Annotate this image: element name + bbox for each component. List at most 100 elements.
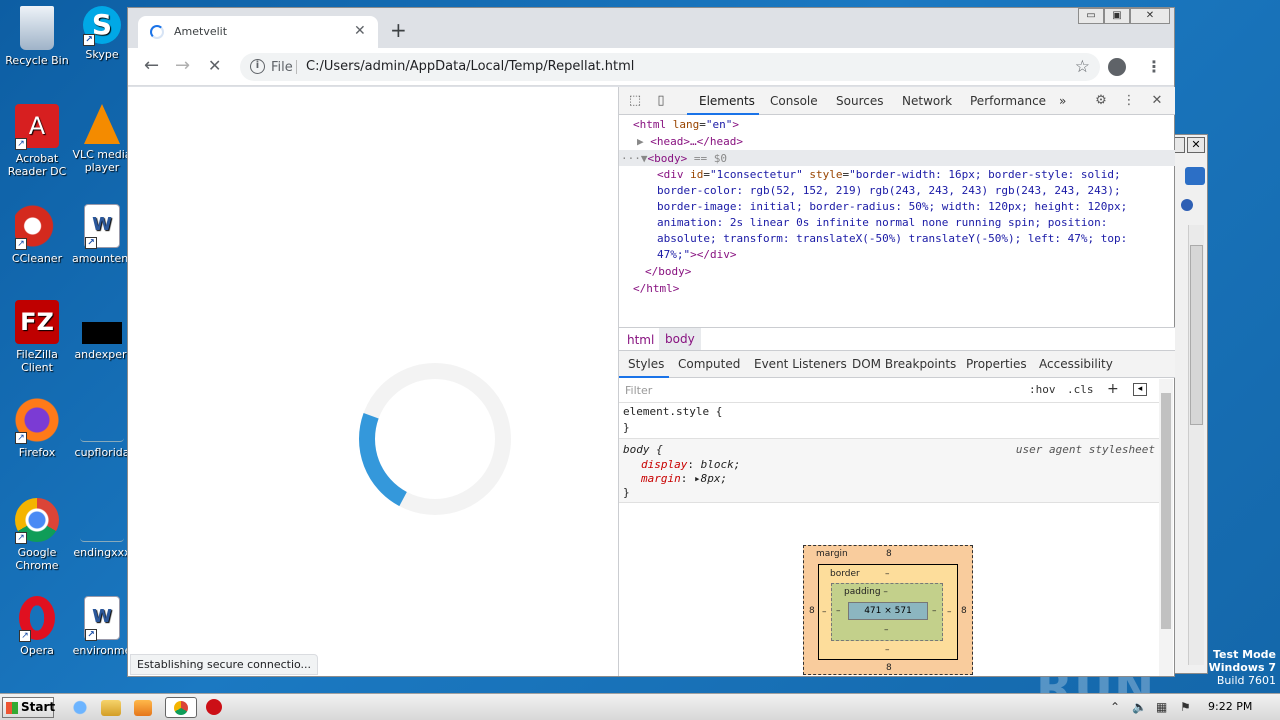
desktop-icon-vlc[interactable]: VLC media player [72, 104, 132, 174]
help-icon[interactable] [1181, 199, 1193, 211]
tab-elements[interactable]: Elements [699, 94, 755, 108]
desktop-icon-ccleaner[interactable]: ↗ CCleaner [0, 204, 74, 265]
address-url[interactable]: C:/Users/admin/AppData/Local/Temp/Repell… [306, 59, 634, 74]
volume-icon[interactable]: 🔈 [1132, 700, 1147, 714]
box-margin-left[interactable]: 8 [809, 606, 815, 616]
device-toolbar-icon[interactable]: ▯ [653, 93, 669, 109]
rule-source[interactable]: user agent stylesheet [1016, 443, 1155, 457]
info-icon[interactable]: i [250, 59, 265, 74]
tray-expand-icon[interactable]: ⌃ [1110, 700, 1120, 714]
browser-tab[interactable]: Ametvelit ✕ [138, 16, 378, 48]
inspect-element-icon[interactable]: ⬚ [627, 93, 643, 109]
clock[interactable]: 9:22 PM [1208, 700, 1252, 713]
dom-line-body[interactable]: ···▼<body> == $0 [621, 151, 727, 167]
desktop-icon-endingxxx[interactable]: endingxxx [72, 498, 132, 559]
desktop-icon-recycle-bin[interactable]: Recycle Bin [0, 6, 74, 67]
breadcrumb-body[interactable]: body [659, 328, 701, 350]
box-padding-right[interactable]: – [932, 606, 937, 616]
desktop-icon-environme[interactable]: W ↗ environme [72, 596, 132, 657]
settings-gear-icon[interactable]: ⚙ [1093, 93, 1109, 109]
box-content-size[interactable]: 471 × 571 [848, 602, 928, 620]
maximize-button[interactable]: ▣ [1104, 8, 1130, 24]
box-margin-bottom[interactable]: 8 [886, 663, 892, 673]
network-icon[interactable]: ▦ [1156, 700, 1167, 714]
action-center-flag-icon[interactable]: ⚑ [1180, 700, 1191, 714]
subtab-accessibility[interactable]: Accessibility [1039, 357, 1113, 371]
hov-toggle[interactable]: :hov [1029, 383, 1056, 396]
dom-line-html-close[interactable]: </html> [633, 281, 679, 297]
filter-input[interactable]: Filter [625, 384, 652, 397]
box-border-top[interactable]: – [885, 569, 890, 579]
forward-button[interactable]: → [175, 57, 190, 75]
loading-spinner [359, 363, 511, 515]
desktop-icon-acrobat[interactable]: A ↗ Acrobat Reader DC [0, 104, 74, 178]
desktop-icon-skype[interactable]: S ↗ Skype [72, 6, 132, 61]
subtab-properties[interactable]: Properties [966, 357, 1027, 371]
desktop-icon-andexperi[interactable]: andexperi [72, 300, 132, 361]
toggle-sidebar-icon[interactable]: ◂ [1133, 383, 1147, 396]
close-window-button[interactable]: ✕ [1130, 8, 1170, 24]
close-devtools-icon[interactable]: ✕ [1149, 93, 1165, 109]
collapse-arrow-icon[interactable]: ▼ [641, 152, 648, 165]
dom-line-div[interactable]: <div id="1consectetur" style="border-wid… [657, 167, 1121, 183]
scrollbar-thumb[interactable] [1190, 245, 1203, 425]
start-button[interactable]: Start [2, 697, 55, 718]
devtools-menu-icon[interactable]: ⋮ [1121, 93, 1137, 109]
body-ua-rule[interactable]: body { user agent stylesheet display: bl… [619, 439, 1159, 503]
desktop-icon-firefox[interactable]: ↗ Firefox [0, 398, 74, 459]
dom-line-body-close[interactable]: </body> [645, 264, 691, 280]
box-margin-top[interactable]: 8 [886, 549, 892, 559]
background-window-scrollbar[interactable] [1188, 225, 1204, 665]
expand-arrow-icon[interactable]: ▸ [694, 472, 701, 485]
box-padding-bottom[interactable]: – [884, 625, 889, 635]
styles-scrollbar[interactable] [1159, 379, 1173, 676]
tab-console[interactable]: Console [770, 94, 818, 108]
more-tabs-icon[interactable]: » [1059, 94, 1066, 108]
desktop-icon-filezilla[interactable]: FZ FileZilla Client [0, 300, 74, 374]
desktop-icon-opera[interactable]: ↗ Opera [0, 596, 74, 657]
tab-performance[interactable]: Performance [970, 94, 1046, 108]
subtab-dom-breakpoints[interactable]: DOM Breakpoints [852, 357, 956, 371]
explorer-taskbar-icon[interactable] [101, 700, 121, 716]
desktop-icon-cupflorida[interactable]: cupflorida [72, 398, 132, 459]
search-icon[interactable] [1185, 167, 1205, 185]
scrollbar-thumb[interactable] [1161, 393, 1171, 629]
new-rule-button[interactable]: + [1107, 381, 1119, 397]
css-prop-margin[interactable]: margin: ▸8px; [641, 472, 727, 486]
css-prop-display[interactable]: display: block; [641, 458, 740, 472]
bookmark-star-icon[interactable]: ☆ [1075, 57, 1090, 77]
cls-toggle[interactable]: .cls [1067, 383, 1094, 396]
stop-button[interactable]: ✕ [208, 57, 221, 75]
filezilla-icon: FZ [15, 300, 59, 344]
box-border-left[interactable]: – [822, 607, 827, 617]
account-icon[interactable] [1108, 58, 1126, 76]
background-window-close-button[interactable]: ✕ [1187, 137, 1205, 153]
ie-taskbar-icon[interactable] [68, 697, 92, 718]
subtab-styles[interactable]: Styles [628, 357, 664, 371]
desktop-icon-amountenc[interactable]: W ↗ amountenc [72, 204, 134, 265]
box-border-bottom[interactable]: – [885, 645, 890, 655]
dom-line-html[interactable]: <html lang="en"> [633, 117, 739, 133]
element-style-rule[interactable]: element.style { } [619, 403, 1159, 439]
media-player-taskbar-icon[interactable] [134, 700, 152, 716]
tab-network[interactable]: Network [902, 94, 952, 108]
expand-arrow-icon[interactable]: ▶ [637, 135, 650, 148]
box-border-right[interactable]: – [947, 607, 952, 617]
browser-menu-icon[interactable]: ⋮ [1146, 57, 1162, 76]
subtab-computed[interactable]: Computed [678, 357, 740, 371]
breadcrumb-html[interactable]: html [627, 333, 654, 347]
chrome-taskbar-icon[interactable] [165, 697, 197, 718]
box-margin-right[interactable]: 8 [961, 606, 967, 616]
address-bar[interactable]: i File C:/Users/admin/AppData/Local/Temp… [240, 53, 1100, 81]
tab-sources[interactable]: Sources [836, 94, 883, 108]
new-tab-button[interactable]: + [390, 20, 407, 40]
dom-line-head[interactable]: ▶ <head>…</head> [637, 134, 743, 150]
desktop-icon-chrome[interactable]: ↗ Google Chrome [0, 498, 74, 572]
subtab-event-listeners[interactable]: Event Listeners [754, 357, 847, 371]
minimize-button[interactable]: ▭ [1078, 8, 1104, 24]
address-separator [296, 60, 297, 74]
back-button[interactable]: ← [144, 57, 159, 75]
tab-close-icon[interactable]: ✕ [354, 23, 366, 39]
box-padding-left[interactable]: – [836, 606, 841, 616]
warning-taskbar-icon[interactable] [206, 699, 222, 715]
